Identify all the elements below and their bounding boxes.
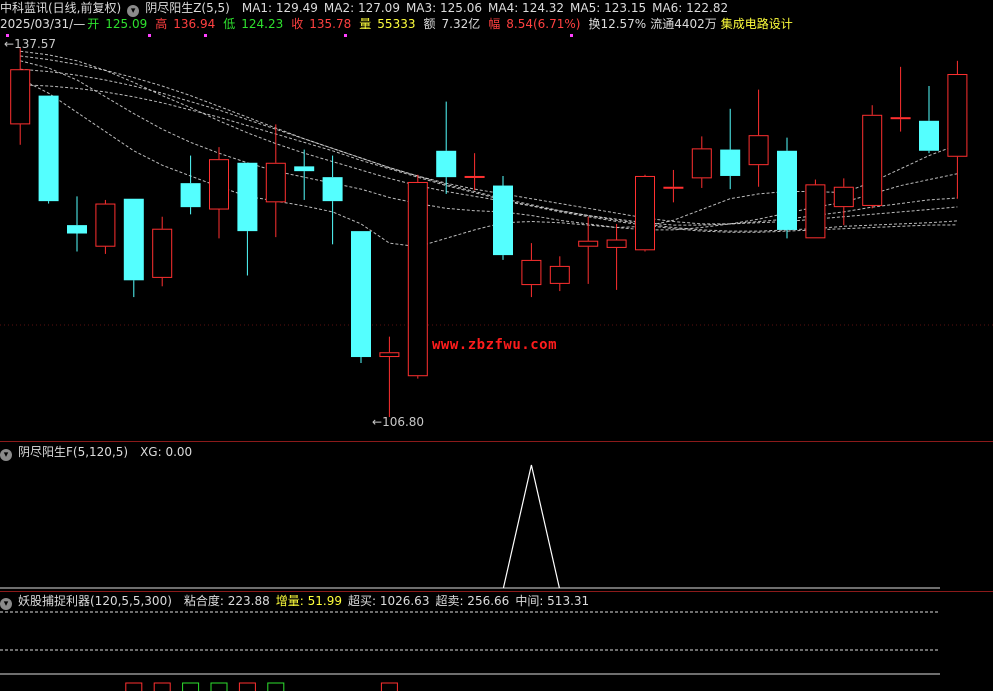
candle-body: [237, 162, 258, 232]
candle-body: [464, 175, 485, 178]
candle-body: [407, 181, 428, 377]
candle-body: [947, 74, 968, 157]
candle-body: [180, 183, 201, 208]
candle-body: [521, 259, 542, 286]
candle-body: [578, 240, 599, 247]
xg-signal-spike: [502, 464, 560, 589]
candle-body: [833, 186, 854, 208]
stickiness-bar: [182, 682, 200, 691]
indicator2-header: ▾ 阴尽阳生F(5,120,5) XG: 0.00: [0, 444, 198, 461]
candle-body: [862, 114, 883, 206]
candle-body: [606, 239, 627, 248]
candle-body: [635, 175, 655, 251]
candle-body: [777, 150, 797, 230]
candle-body: [691, 148, 712, 179]
oversold-value: 超卖: 256.66: [435, 594, 510, 608]
candle-body: [720, 149, 741, 176]
candle-body: [890, 117, 911, 120]
candle-body: [379, 352, 400, 358]
candle-body: [10, 69, 31, 125]
candle-body: [322, 177, 343, 202]
candle-body: [493, 185, 513, 256]
pane-separator[interactable]: [0, 441, 993, 442]
max-price-label: ←137.57: [4, 37, 57, 51]
candle-body: [351, 231, 371, 358]
candle-body: [265, 162, 286, 203]
pane-separator[interactable]: [0, 591, 993, 592]
stickiness-bar: [380, 682, 398, 691]
indicator2-title[interactable]: ▾ 阴尽阳生F(5,120,5): [0, 445, 134, 461]
candle-body: [152, 228, 173, 278]
chevron-down-icon[interactable]: ▾: [0, 598, 12, 610]
signal-marker: [204, 34, 207, 37]
stickiness-bar: [238, 682, 256, 691]
candle-body: [805, 184, 826, 239]
candle-body: [919, 120, 939, 151]
stickiness-bar: [210, 682, 228, 691]
candle-body: [294, 166, 315, 172]
signal-marker: [344, 34, 347, 37]
candle-body: [748, 135, 769, 166]
signal-marker: [148, 34, 151, 37]
stickiness-value: 粘合度: 223.88: [183, 594, 270, 608]
candle-body: [549, 265, 570, 284]
candle-body: [209, 159, 229, 210]
xg-value: XG: 0.00: [140, 445, 193, 459]
indicator3-header: ▾ 妖股捕捉利器(120,5,5,300) 粘合度: 223.88 增量: 51.99…: [0, 593, 595, 610]
indicator3-title[interactable]: ▾ 妖股捕捉利器(120,5,5,300): [0, 594, 178, 610]
candle-body: [663, 186, 684, 189]
watermark-url: www.zbzfwu.com: [432, 337, 558, 353]
overbought-value: 超买: 1026.63: [347, 594, 430, 608]
increase-value: 增量: 51.99: [275, 594, 342, 608]
candle-body: [95, 203, 116, 247]
stickiness-bar: [153, 682, 171, 691]
candle-body: [67, 225, 87, 234]
candle-body: [38, 95, 59, 202]
stickiness-bar: [125, 682, 143, 691]
middle-value: 中间: 513.31: [515, 594, 590, 608]
chevron-down-icon[interactable]: ▾: [0, 449, 12, 461]
candle-body: [436, 150, 457, 178]
stickiness-bar: [267, 682, 285, 691]
min-price-label: ←106.80: [372, 415, 425, 429]
candle-body: [123, 198, 144, 281]
signal-marker: [570, 34, 573, 37]
